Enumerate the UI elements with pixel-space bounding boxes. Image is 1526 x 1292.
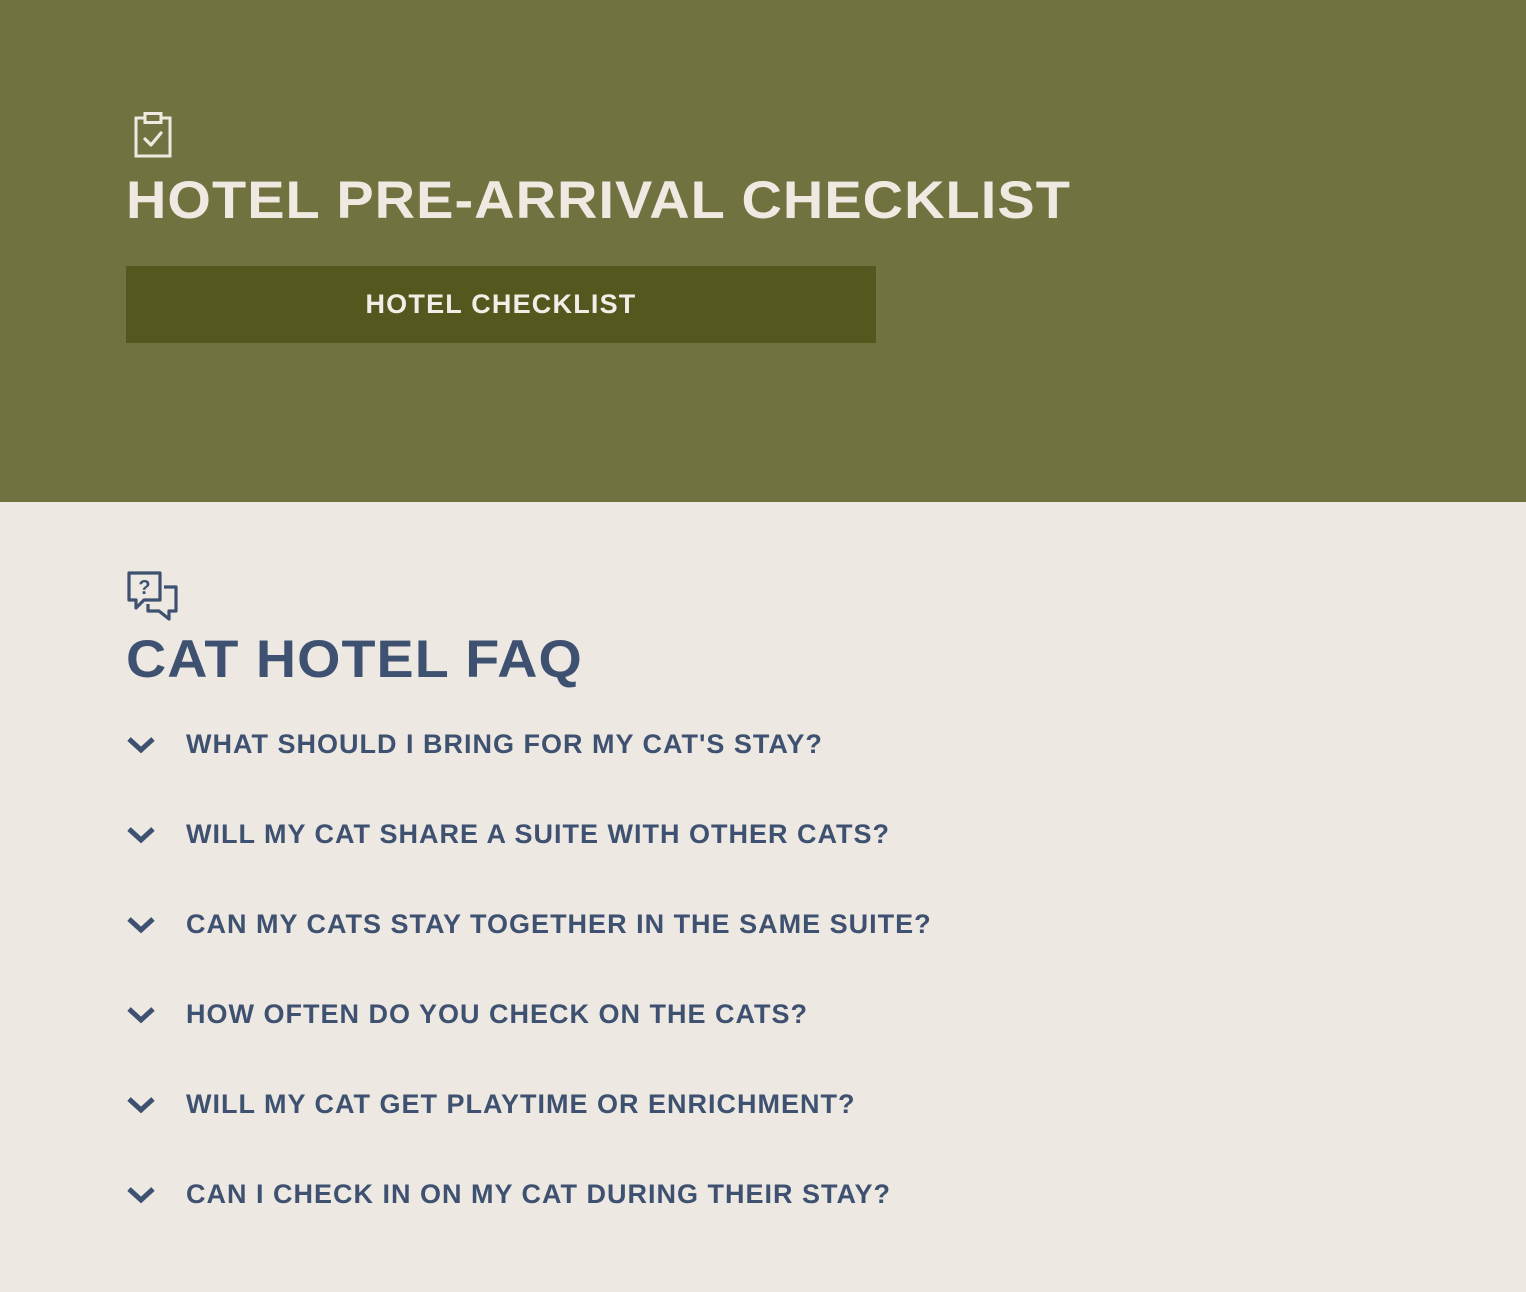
svg-text:?: ? bbox=[138, 577, 150, 599]
chevron-down-icon bbox=[127, 737, 155, 754]
faq-item[interactable]: CAN MY CATS STAY TOGETHER IN THE SAME SU… bbox=[126, 904, 932, 994]
faq-item[interactable]: WILL MY CAT GET PLAYTIME OR ENRICHMENT? bbox=[126, 1084, 932, 1174]
faq-title: CAT HOTEL FAQ bbox=[126, 630, 583, 689]
chevron-down-icon bbox=[127, 1187, 155, 1204]
faq-item[interactable]: WILL MY CAT SHARE A SUITE WITH OTHER CAT… bbox=[126, 814, 932, 904]
chevron-down-icon bbox=[127, 1007, 155, 1024]
question-chat-bubbles-icon: ? bbox=[127, 571, 178, 621]
faq-section: ? CAT HOTEL FAQ WHAT SHOULD I BRING FOR … bbox=[0, 502, 1526, 1292]
chevron-down-icon bbox=[127, 917, 155, 934]
chevron-down-icon bbox=[127, 1097, 155, 1114]
faq-item[interactable]: CAN I CHECK IN ON MY CAT DURING THEIR ST… bbox=[126, 1174, 932, 1264]
faq-question: CAN I CHECK IN ON MY CAT DURING THEIR ST… bbox=[186, 1179, 892, 1209]
page-title: HOTEL PRE-ARRIVAL CHECKLIST bbox=[126, 171, 1071, 230]
pre-arrival-section: HOTEL PRE-ARRIVAL CHECKLIST HOTEL CHECKL… bbox=[0, 0, 1526, 502]
faq-list: WHAT SHOULD I BRING FOR MY CAT'S STAY? W… bbox=[126, 724, 932, 1264]
hotel-checklist-button[interactable]: HOTEL CHECKLIST bbox=[126, 266, 876, 343]
faq-question: HOW OFTEN DO YOU CHECK ON THE CATS? bbox=[186, 999, 808, 1029]
faq-item[interactable]: WHAT SHOULD I BRING FOR MY CAT'S STAY? bbox=[126, 724, 932, 814]
faq-item[interactable]: HOW OFTEN DO YOU CHECK ON THE CATS? bbox=[126, 994, 932, 1084]
faq-question: WILL MY CAT GET PLAYTIME OR ENRICHMENT? bbox=[186, 1089, 856, 1119]
faq-question: CAN MY CATS STAY TOGETHER IN THE SAME SU… bbox=[186, 909, 932, 939]
faq-question: WILL MY CAT SHARE A SUITE WITH OTHER CAT… bbox=[186, 819, 890, 849]
faq-question: WHAT SHOULD I BRING FOR MY CAT'S STAY? bbox=[186, 729, 823, 759]
chevron-down-icon bbox=[127, 827, 155, 844]
clipboard-check-icon bbox=[134, 112, 172, 158]
